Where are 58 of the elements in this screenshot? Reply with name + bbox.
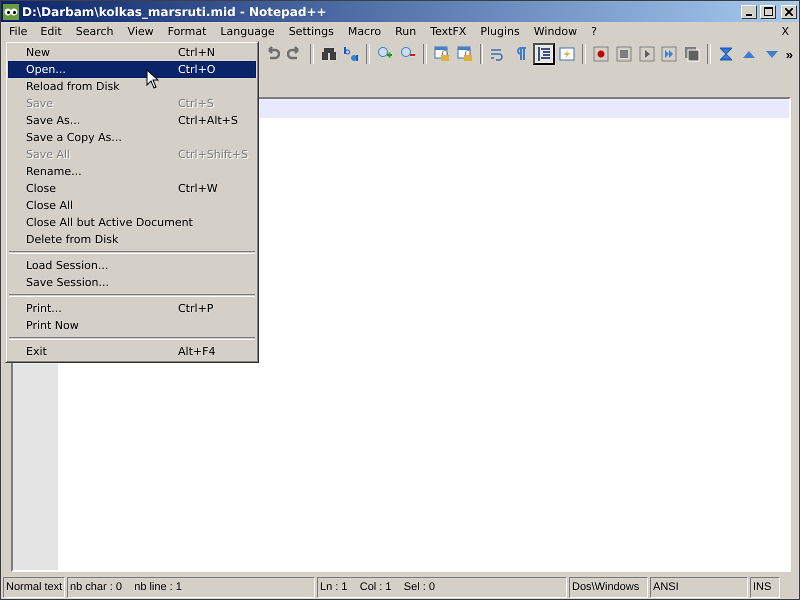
mouse-pointer-icon [146,69,159,89]
binoculars-icon [320,46,337,62]
app-logo-icon [3,4,19,20]
close-button[interactable] [781,4,797,18]
indent-guide-icon [536,46,552,62]
menu-item[interactable]: Language [213,23,282,40]
more-tools-button[interactable]: » [784,46,795,62]
status-field: Ln : 1 Col : 1 Sel : 0 [317,577,567,598]
record-icon [592,46,609,62]
menu-item[interactable]: Run [388,23,424,40]
save-macro-icon [684,46,700,62]
menu-item[interactable]: Search [68,23,121,40]
menu-entry[interactable]: New Ctrl+N [8,44,256,61]
window-title: D:\Darbam\kolkas_marsruti.mid - Notepad++ [22,4,328,18]
menu-item[interactable]: ? [584,23,604,40]
status-field: ANSI [650,577,748,598]
menu-entry[interactable]: Exit Alt+F4 [8,343,256,360]
replace-icon [343,46,360,62]
menu-item[interactable]: TextFX [423,23,474,40]
menu-entry[interactable]: Rename... [8,163,256,180]
menu-entry[interactable]: Print... Ctrl+P [8,300,256,317]
menu-item[interactable]: Window [526,23,584,40]
menu-item[interactable]: Edit [33,23,69,40]
maximize-button[interactable] [760,4,776,18]
locked-window-icon [456,46,473,62]
status-field: Dos\Windows [569,577,648,598]
menu-entry[interactable]: Close All but Active Document [8,214,256,231]
menu-entry[interactable]: Close All [8,197,256,214]
menu-entry[interactable]: Close Ctrl+W [8,180,256,197]
menu-entry[interactable]: Reload from Disk [8,78,256,95]
sync-scroll-icon [718,46,734,62]
close-document-button[interactable]: X [773,25,797,38]
maximize-icon [764,7,772,16]
menu-item[interactable]: File [3,24,34,39]
status-field: INS [750,577,780,598]
locked-window-icon [434,46,450,62]
menu-item[interactable]: Plugins [473,23,527,40]
minimize-icon [746,14,752,16]
play-icon [638,46,655,62]
menu-entry[interactable]: Open... Ctrl+O [8,61,256,78]
menu-entry[interactable]: Print Now [8,317,256,334]
toolbar-button[interactable] [533,43,556,65]
menu-item[interactable]: Settings [282,23,341,40]
fast-forward-icon [661,46,678,62]
menu-entry[interactable]: Load Session... [8,257,256,274]
minimize-button[interactable] [741,4,757,18]
menu-entry[interactable]: Save As... Ctrl+Alt+S [8,112,256,129]
stop-icon [616,46,632,62]
menu-item[interactable]: View [120,23,161,40]
close-icon [785,8,793,16]
status-field: Normal text [3,577,65,598]
menu-entry[interactable]: Save a Copy As... [8,129,256,146]
menu-entry[interactable]: Save Session... [8,274,256,291]
status-field: nb char : 0 nb line : 1 [67,577,315,598]
menu-entry[interactable]: Delete from Disk [8,231,256,248]
menu-item[interactable]: Format [160,23,214,40]
menu-item[interactable]: Macro [340,23,388,40]
lightning-window-icon [559,46,576,62]
